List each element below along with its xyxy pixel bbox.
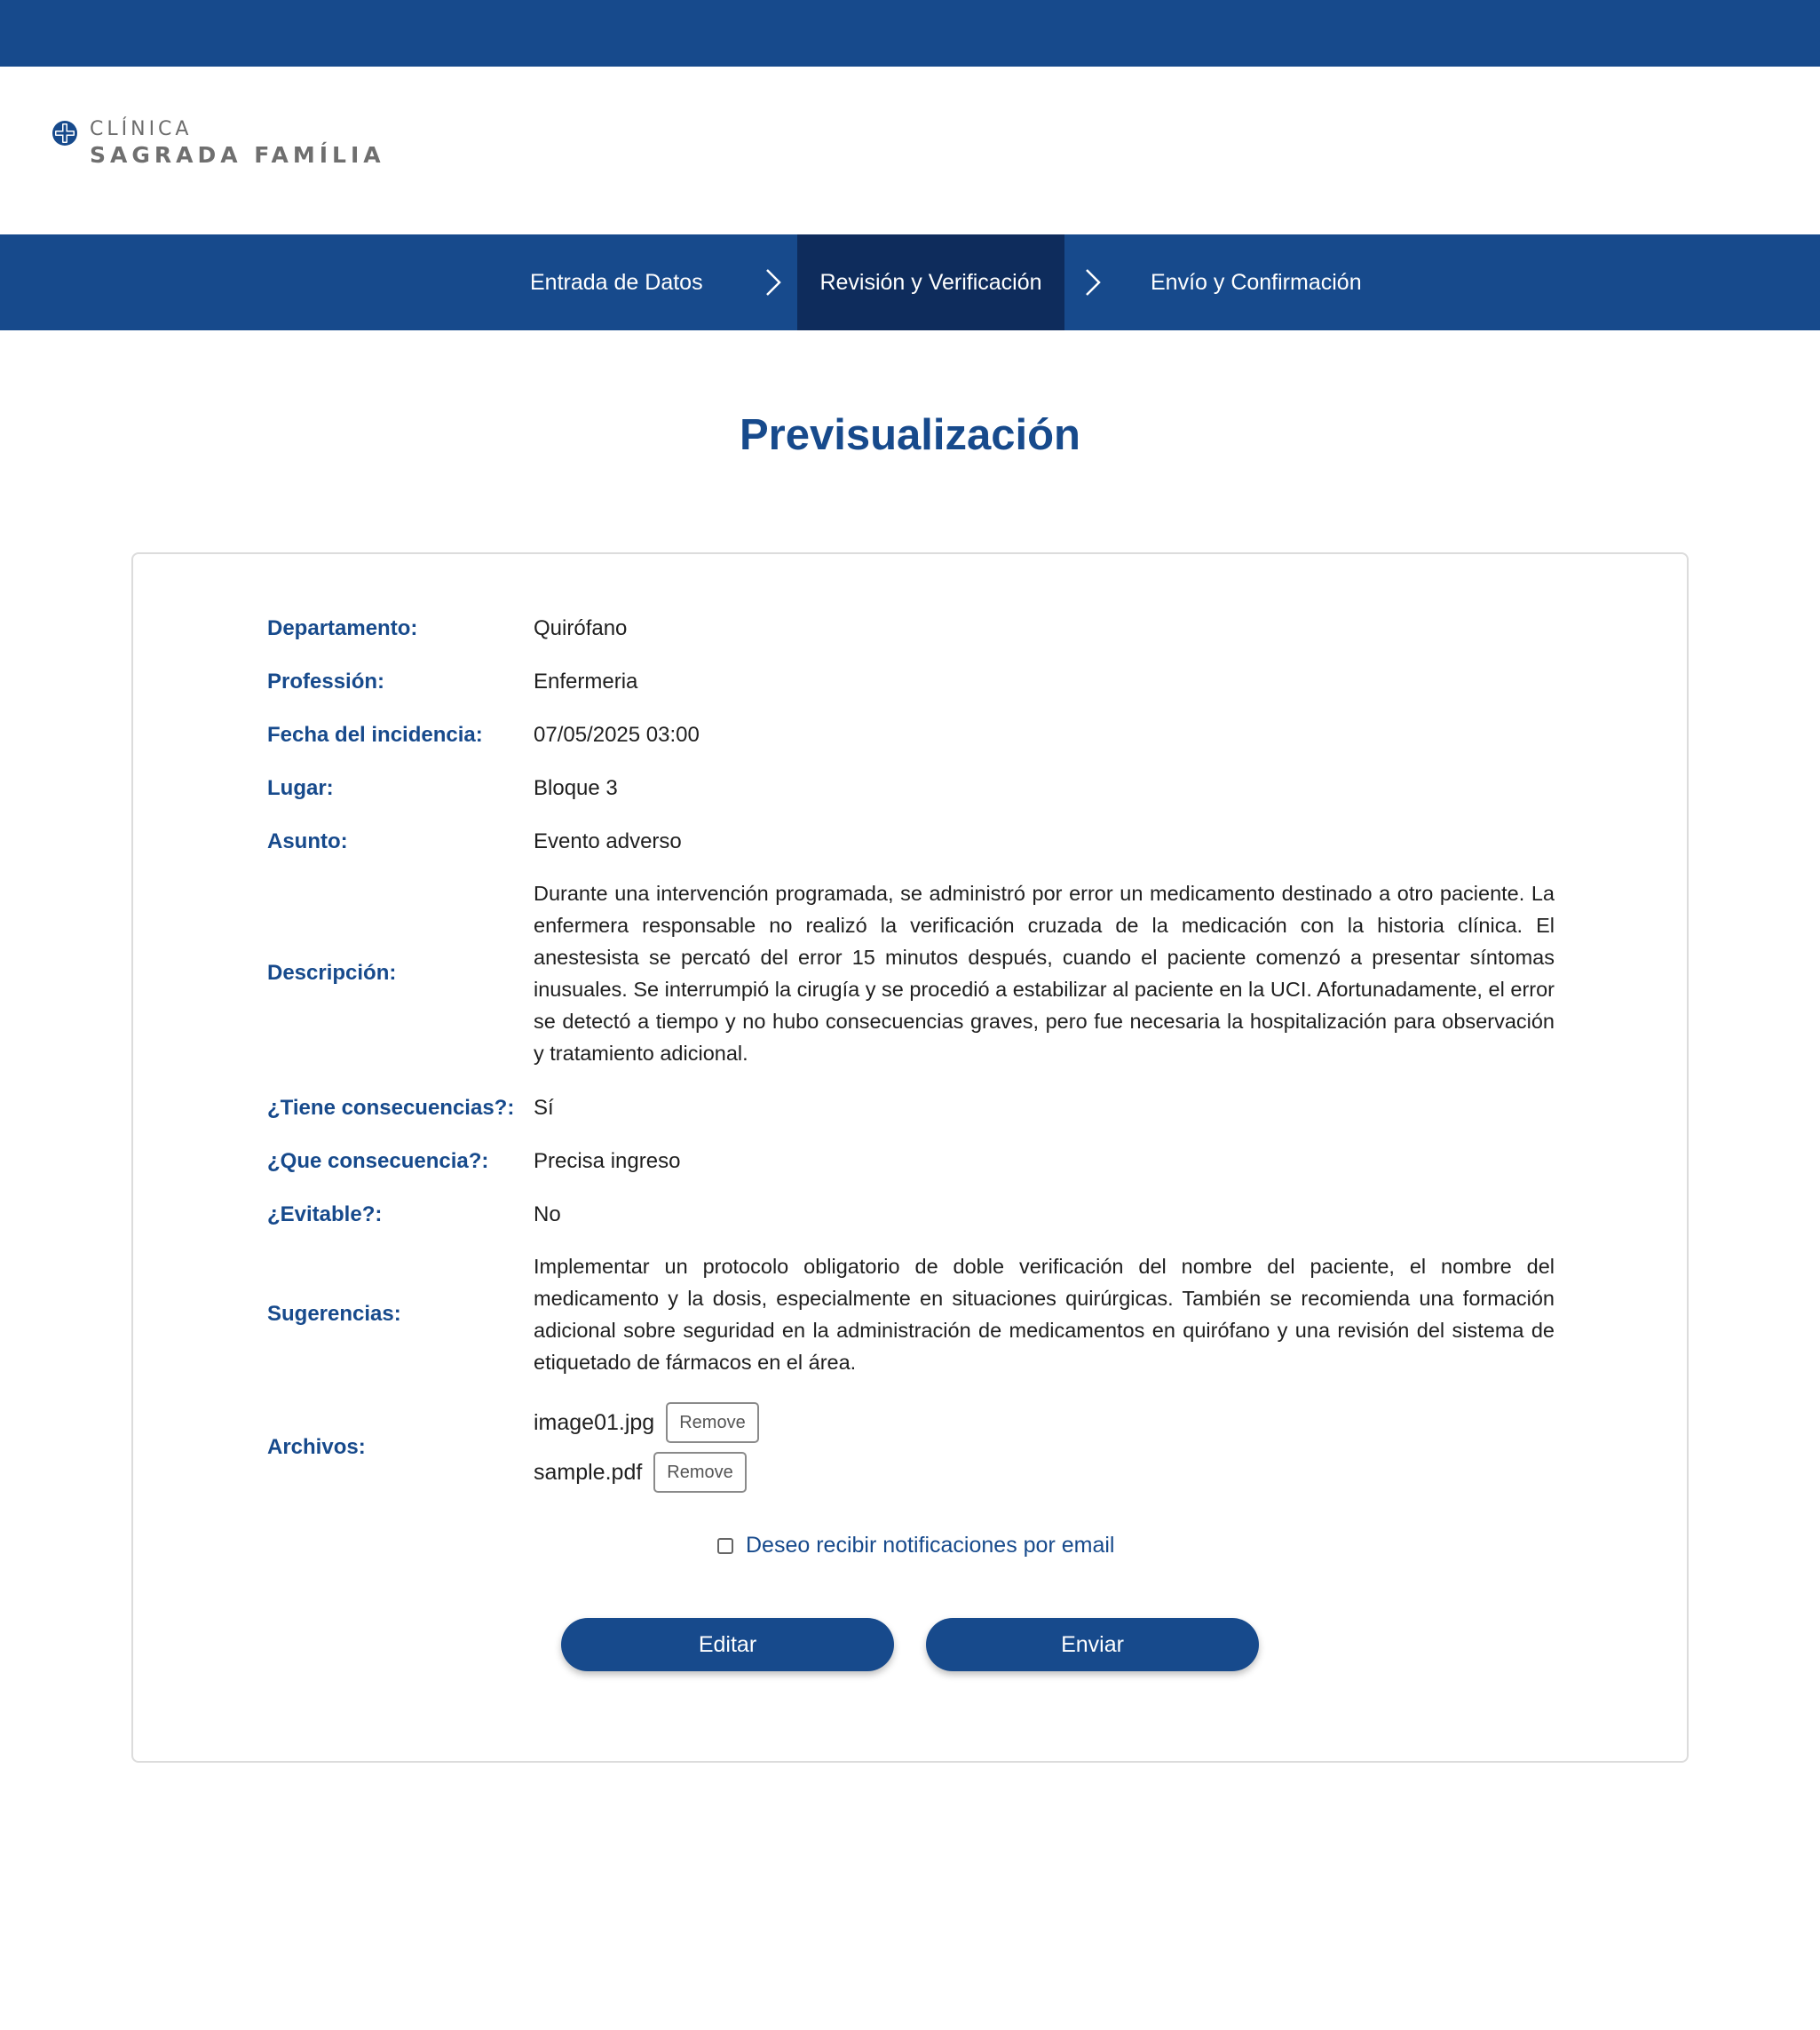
remove-file-button[interactable]: Remove [666, 1402, 759, 1443]
file-item: image01.jpg Remove [534, 1402, 1555, 1443]
field-label: Descripción: [267, 961, 397, 985]
chevron-right-icon [766, 269, 781, 296]
step-data-entry[interactable]: Entrada de Datos [530, 234, 703, 330]
field-descripcion: Descripción: Durante una intervención pr… [267, 877, 1688, 1069]
field-que-consecuencia: ¿Que consecuencia?: Precisa ingreso [267, 1149, 1688, 1174]
field-label: Departamento: [267, 616, 418, 640]
field-asunto: Asunto: Evento adverso [267, 829, 1688, 854]
field-value: Quirófano [534, 616, 628, 640]
chevron-right-icon [1086, 269, 1101, 296]
field-label: Archivos: [267, 1435, 366, 1459]
preview-card: Departamento: Quirófano Professión: Enfe… [131, 552, 1689, 1763]
clinic-logo[interactable]: CLÍNICA SAGRADA FAMÍLIA [51, 117, 385, 169]
field-value: Implementar un protocolo obligatorio de … [534, 1255, 1555, 1374]
edit-button[interactable]: Editar [561, 1618, 894, 1671]
field-fecha: Fecha del incidencia: 07/05/2025 03:00 [267, 723, 1688, 748]
field-consecuencias: ¿Tiene consecuencias?: Sí [267, 1096, 1688, 1121]
field-value: Sí [534, 1096, 554, 1120]
field-value: Enfermeria [534, 670, 638, 694]
field-value: Evento adverso [534, 829, 682, 853]
step-review-verification[interactable]: Revisión y Verificación [797, 234, 1064, 330]
step-send-confirmation[interactable]: Envío y Confirmación [1151, 234, 1362, 330]
field-label: Fecha del incidencia: [267, 723, 483, 747]
logo-line-1: CLÍNICA [90, 118, 193, 140]
field-label: ¿Tiene consecuencias?: [267, 1096, 515, 1120]
field-label: Sugerencias: [267, 1302, 401, 1326]
field-label: Asunto: [267, 829, 348, 853]
field-value: 07/05/2025 03:00 [534, 723, 700, 747]
logo-line-2: SAGRADA FAMÍLIA [90, 142, 385, 168]
file-list: image01.jpg Remove sample.pdf Remove [534, 1402, 1555, 1493]
field-lugar: Lugar: Bloque 3 [267, 776, 1688, 801]
send-button[interactable]: Enviar [926, 1618, 1259, 1671]
field-value: Precisa ingreso [534, 1149, 681, 1173]
field-value: Durante una intervención programada, se … [534, 882, 1555, 1065]
field-sugerencias: Sugerencias: Implementar un protocolo ob… [267, 1250, 1688, 1378]
field-label: ¿Que consecuencia?: [267, 1149, 489, 1173]
progress-steps: Entrada de Datos Revisión y Verificación… [0, 234, 1820, 330]
top-bar [0, 0, 1820, 67]
field-profession: Professión: Enfermeria [267, 670, 1688, 694]
field-archivos: Archivos: image01.jpg Remove sample.pdf … [267, 1402, 1688, 1493]
field-value: Bloque 3 [534, 776, 618, 800]
page-title: Previsualización [739, 411, 1080, 459]
file-item: sample.pdf Remove [534, 1452, 1555, 1493]
field-departamento: Departamento: Quirófano [267, 616, 1688, 641]
field-evitable: ¿Evitable?: No [267, 1202, 1688, 1227]
field-label: Lugar: [267, 776, 334, 800]
field-label: Professión: [267, 670, 385, 694]
remove-file-button[interactable]: Remove [653, 1452, 747, 1493]
field-label: ¿Evitable?: [267, 1202, 383, 1226]
email-notifications-option[interactable]: Deseo recibir notificaciones por email [717, 1533, 1114, 1558]
file-name: sample.pdf [534, 1459, 643, 1485]
email-notifications-label: Deseo recibir notificaciones por email [746, 1533, 1115, 1558]
field-value: No [534, 1202, 561, 1226]
cross-logo-icon [52, 121, 77, 146]
file-name: image01.jpg [534, 1409, 655, 1435]
email-notifications-checkbox[interactable] [717, 1537, 733, 1554]
